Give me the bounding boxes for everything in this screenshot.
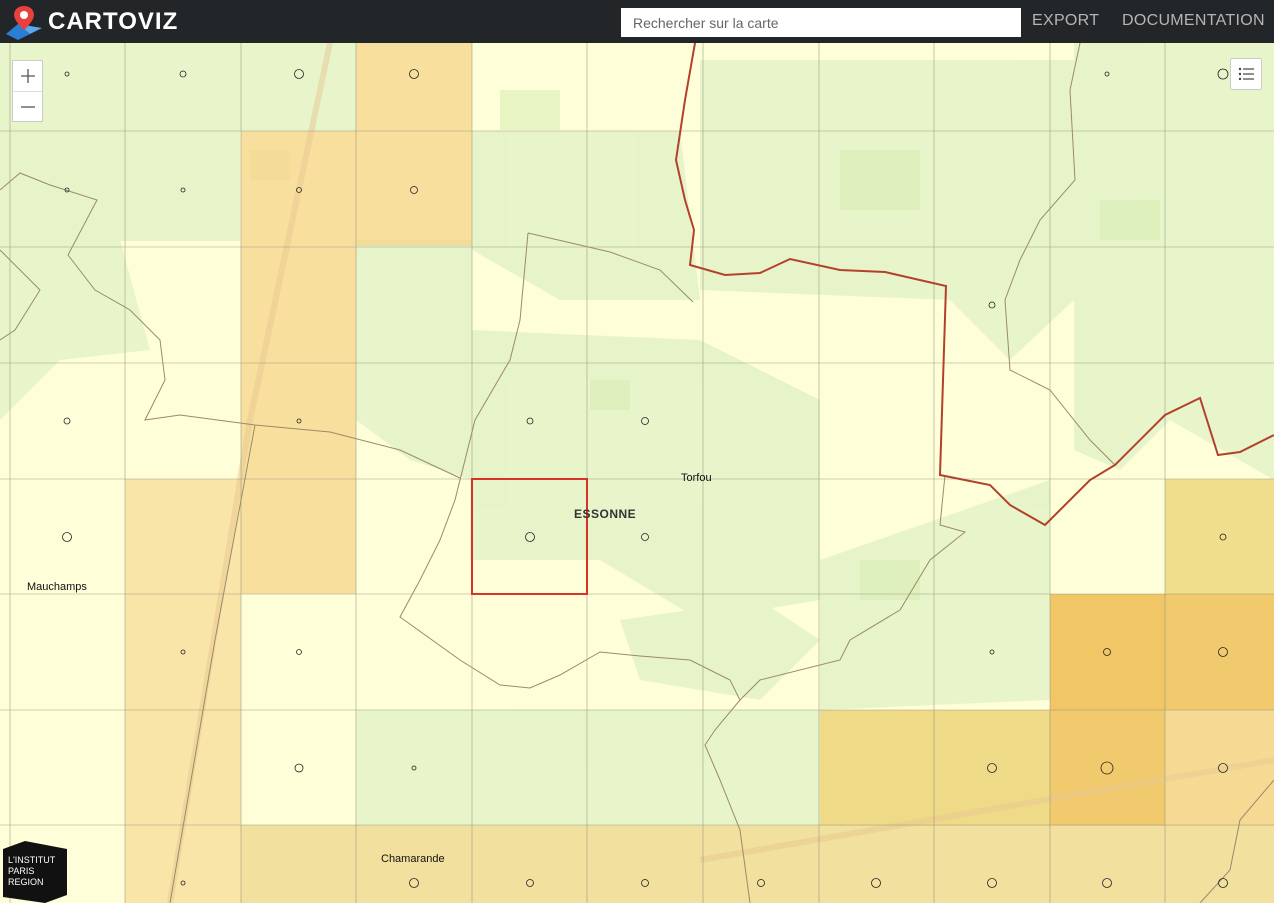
legend-button[interactable] bbox=[1230, 58, 1262, 90]
cartoviz-logo[interactable]: CARTOVIZ bbox=[4, 4, 178, 40]
map-layer bbox=[0, 43, 1274, 903]
place-label-mauchamps: Mauchamps bbox=[27, 581, 87, 593]
zoom-in-button[interactable] bbox=[13, 61, 42, 91]
list-icon bbox=[1238, 67, 1254, 81]
map-canvas[interactable]: Torfou ESSONNE Mauchamps Chamarande bbox=[0, 43, 1274, 903]
place-label-chamarande: Chamarande bbox=[381, 853, 445, 865]
ipr-line-1: L'INSTITUT bbox=[8, 855, 56, 865]
institut-paris-region-text: L'INSTITUT PARIS REGION bbox=[8, 855, 55, 888]
minus-icon bbox=[20, 106, 35, 108]
map-pin-icon bbox=[6, 6, 42, 40]
top-bar: CARTOVIZ EXPORT DOCUMENTATION bbox=[0, 0, 1274, 43]
export-link[interactable]: EXPORT bbox=[1032, 12, 1099, 30]
place-label-torfou: Torfou bbox=[681, 472, 712, 484]
department-label: ESSONNE bbox=[574, 507, 637, 521]
app-name: CARTOVIZ bbox=[48, 8, 179, 35]
zoom-out-button[interactable] bbox=[13, 91, 42, 122]
ipr-line-3: REGION bbox=[8, 877, 44, 887]
ipr-line-2: PARIS bbox=[8, 866, 35, 876]
search-input[interactable] bbox=[621, 8, 1021, 37]
plus-icon bbox=[20, 69, 35, 83]
documentation-link[interactable]: DOCUMENTATION bbox=[1122, 12, 1265, 30]
zoom-control bbox=[12, 60, 43, 122]
